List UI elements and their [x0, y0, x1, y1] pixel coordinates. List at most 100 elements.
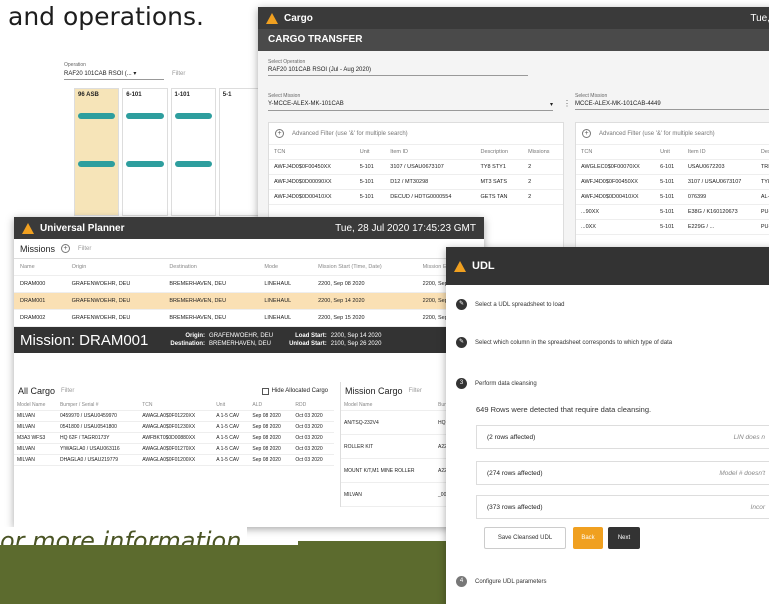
- cell: 3107 / USAU0673107: [385, 159, 476, 175]
- cargo-subtitle: CARGO TRANSFER: [258, 29, 769, 51]
- affected-row[interactable]: (373 rows affected) Incor: [476, 495, 769, 519]
- cell: DHAGLA0 / USAU219779: [56, 454, 140, 466]
- rows-detected-text: 649 Rows were detected that require data…: [476, 405, 652, 414]
- table-row[interactable]: AWFJ4D0$0D00410XX 5-101 076399 AL-: [576, 189, 769, 205]
- column-header[interactable]: ALD: [249, 400, 293, 411]
- udl-window: UDL ✎ Select a UDL spreadsheet to load ✎ S…: [446, 247, 769, 604]
- mission-left-select[interactable]: Y-MCCE-ALEX-MK-101CAB ▾: [268, 101, 553, 111]
- cell: DRAM001: [14, 292, 66, 310]
- column-header[interactable]: RDD: [292, 400, 334, 411]
- table-row-selected[interactable]: DRAM001 GRAFENWOEHR, DEU BREMERHAVEN, DEU L…: [14, 292, 484, 310]
- table-row[interactable]: ...90XX5-101E38G / K160120673PU-: [576, 204, 769, 220]
- cell: MILVAN: [14, 454, 57, 466]
- ops-filter[interactable]: Filter: [172, 71, 185, 77]
- table-header-row: Model Name Bumper / Serial # TCN Unit AL…: [14, 400, 334, 411]
- mission-right-select[interactable]: MCCE-ALEX-MK-101CAB-4449: [575, 101, 769, 110]
- save-cleansed-udl-button[interactable]: Save Cleansed UDL: [484, 527, 566, 549]
- cell: 076399: [682, 189, 756, 205]
- table-row[interactable]: AWGLEC0$0F00070XX 6-101 USAU0672203 TRI: [576, 159, 769, 175]
- table-row[interactable]: AWFJ4D0$0F00450XX 5-101 3107 / USAU0673107…: [576, 174, 769, 190]
- cell: AWGLEC0$0F00070XX: [576, 159, 656, 175]
- unit-card[interactable]: 96 ASB: [74, 88, 120, 216]
- step-4[interactable]: 4 Configure UDL parameters: [456, 576, 546, 587]
- step-2[interactable]: ✎ Select which column in the spreadsheet …: [456, 337, 672, 348]
- unit-card[interactable]: 1-101: [170, 88, 216, 216]
- cell: BREMERHAVEN, DEU: [163, 309, 259, 327]
- next-button[interactable]: Next: [608, 527, 640, 549]
- mission-cargo-filter[interactable]: Filter: [409, 388, 422, 394]
- column-header[interactable]: TCN: [139, 400, 214, 411]
- more-vertical-icon[interactable]: ⋮: [563, 99, 571, 108]
- operation-select[interactable]: RAF20 101CAB RSOI (... ▾: [64, 70, 164, 80]
- table-row[interactable]: MILVAN 0541800 / USAU0541800 AWAGLA0$0F012…: [14, 421, 334, 433]
- operation-label: Operation: [64, 62, 86, 68]
- mission-title: Mission: DRAM001: [20, 331, 149, 349]
- back-button[interactable]: Back: [573, 527, 603, 549]
- column-header[interactable]: Item ID: [385, 145, 476, 160]
- affected-row[interactable]: (274 rows affected) Model # doesn't: [476, 461, 769, 485]
- column-header[interactable]: Item ID: [682, 145, 756, 160]
- cell: LINEHAUL: [258, 309, 313, 327]
- step-1[interactable]: ✎ Select a UDL spreadsheet to load: [456, 299, 565, 310]
- column-header[interactable]: Description: [475, 145, 524, 160]
- add-filter-icon[interactable]: +: [275, 129, 284, 138]
- filter-input[interactable]: Advanced Filter (use '&' for multiple se…: [292, 131, 408, 137]
- column-header[interactable]: Missions: [523, 145, 563, 160]
- status-bar: [174, 161, 212, 167]
- table-row[interactable]: MILVAN DHAGLA0 / USAU219779 AWAGLA0$0F0120…: [14, 454, 334, 466]
- step-4-number: 4: [456, 576, 467, 587]
- right-cargo-table: TCN Unit Item ID Des AWGLEC0$0F00070XX6-…: [576, 145, 769, 235]
- column-header[interactable]: Destination: [163, 259, 259, 276]
- unit-card[interactable]: 6-101: [122, 88, 168, 216]
- column-header[interactable]: Name: [14, 259, 66, 276]
- table-row[interactable]: AWFJ4D0$0D00090XX 5-101 D12 / MT30298 MT3 S…: [269, 174, 563, 190]
- headline: and operations.: [8, 2, 204, 31]
- udl-titlebar: UDL: [446, 247, 769, 285]
- column-header[interactable]: Des: [755, 145, 769, 160]
- column-header[interactable]: Origin: [65, 259, 164, 276]
- cell: Sep 08 2020: [249, 421, 293, 433]
- column-header[interactable]: Mode: [258, 259, 313, 276]
- column-header[interactable]: TCN: [576, 145, 656, 160]
- table-row[interactable]: ...0XX5-101E229G / ...PU-: [576, 219, 769, 235]
- add-mission-icon[interactable]: +: [61, 244, 71, 253]
- unit-card-title: 1-101: [174, 92, 190, 98]
- table-row[interactable]: AWFJ4D0$0F00450XX 5-101 3107 / USAU0673107…: [269, 159, 563, 175]
- missions-header: Missions + Filter: [14, 239, 484, 259]
- table-row[interactable]: DRAM000 GRAFENWOEHR, DEU BREMERHAVEN, DEU L…: [14, 275, 484, 293]
- table-row[interactable]: DRAM002 GRAFENWOEHR, DEU BREMERHAVEN, DEU L…: [14, 309, 484, 327]
- cell: A 1-5 CAV: [213, 432, 250, 444]
- cell: 5-101: [354, 189, 386, 205]
- all-cargo-filter[interactable]: Filter: [61, 388, 74, 394]
- cell: GRAFENWOEHR, DEU: [65, 309, 164, 327]
- column-header[interactable]: Unit: [213, 400, 250, 411]
- missions-filter-input[interactable]: Filter: [78, 246, 91, 252]
- operation-select[interactable]: RAF20 101CAB RSOI (Jul - Aug 2020): [268, 67, 528, 76]
- column-header[interactable]: Unit: [655, 145, 683, 160]
- hide-allocated-toggle[interactable]: Hide Allocated Cargo: [261, 387, 328, 395]
- column-header[interactable]: Model Name: [14, 400, 57, 411]
- affected-row[interactable]: (2 rows affected) LIN does n: [476, 425, 769, 449]
- column-header[interactable]: Mission Start (Time, Date): [312, 259, 417, 276]
- checkbox-icon[interactable]: [261, 387, 269, 395]
- column-header[interactable]: Unit: [354, 145, 386, 160]
- table-row[interactable]: AWFJ4D0$0D00410XX 5-101 DECUD / HDTG000055…: [269, 189, 563, 205]
- cell: DECUD / HDTG0000554: [385, 189, 476, 205]
- table-row[interactable]: M3A3 WFS3 HQ 62F / TAGR0173Y AWFBKT0$0D008…: [14, 432, 334, 444]
- add-filter-icon[interactable]: +: [582, 129, 591, 138]
- mission-cargo-title: Mission Cargo: [345, 386, 403, 396]
- cell: Sep 08 2020: [249, 454, 293, 466]
- app-logo-icon: [22, 222, 34, 234]
- column-header[interactable]: Bumper / Serial #: [56, 400, 140, 411]
- cell: AWAGLA0$0F01270XX: [139, 443, 214, 455]
- all-cargo-table: Model Name Bumper / Serial # TCN Unit AL…: [14, 400, 334, 466]
- column-header[interactable]: Model Name: [341, 400, 436, 411]
- step-3[interactable]: 3 Perform data cleansing: [456, 378, 537, 389]
- unit-card[interactable]: 5-1: [218, 88, 262, 216]
- table-row[interactable]: MILVAN 0459970 / USAU0459970 AWAGLA0$0F012…: [14, 410, 334, 422]
- status-bar: [126, 161, 164, 167]
- column-header[interactable]: TCN: [269, 145, 355, 160]
- table-row[interactable]: MILVAN Y!WAGLA0 / USAU063116 AWAGLA0$0F012…: [14, 443, 334, 455]
- filter-input[interactable]: Advanced Filter (use '&' for multiple se…: [599, 131, 715, 137]
- chevron-down-icon: ▾: [549, 102, 553, 108]
